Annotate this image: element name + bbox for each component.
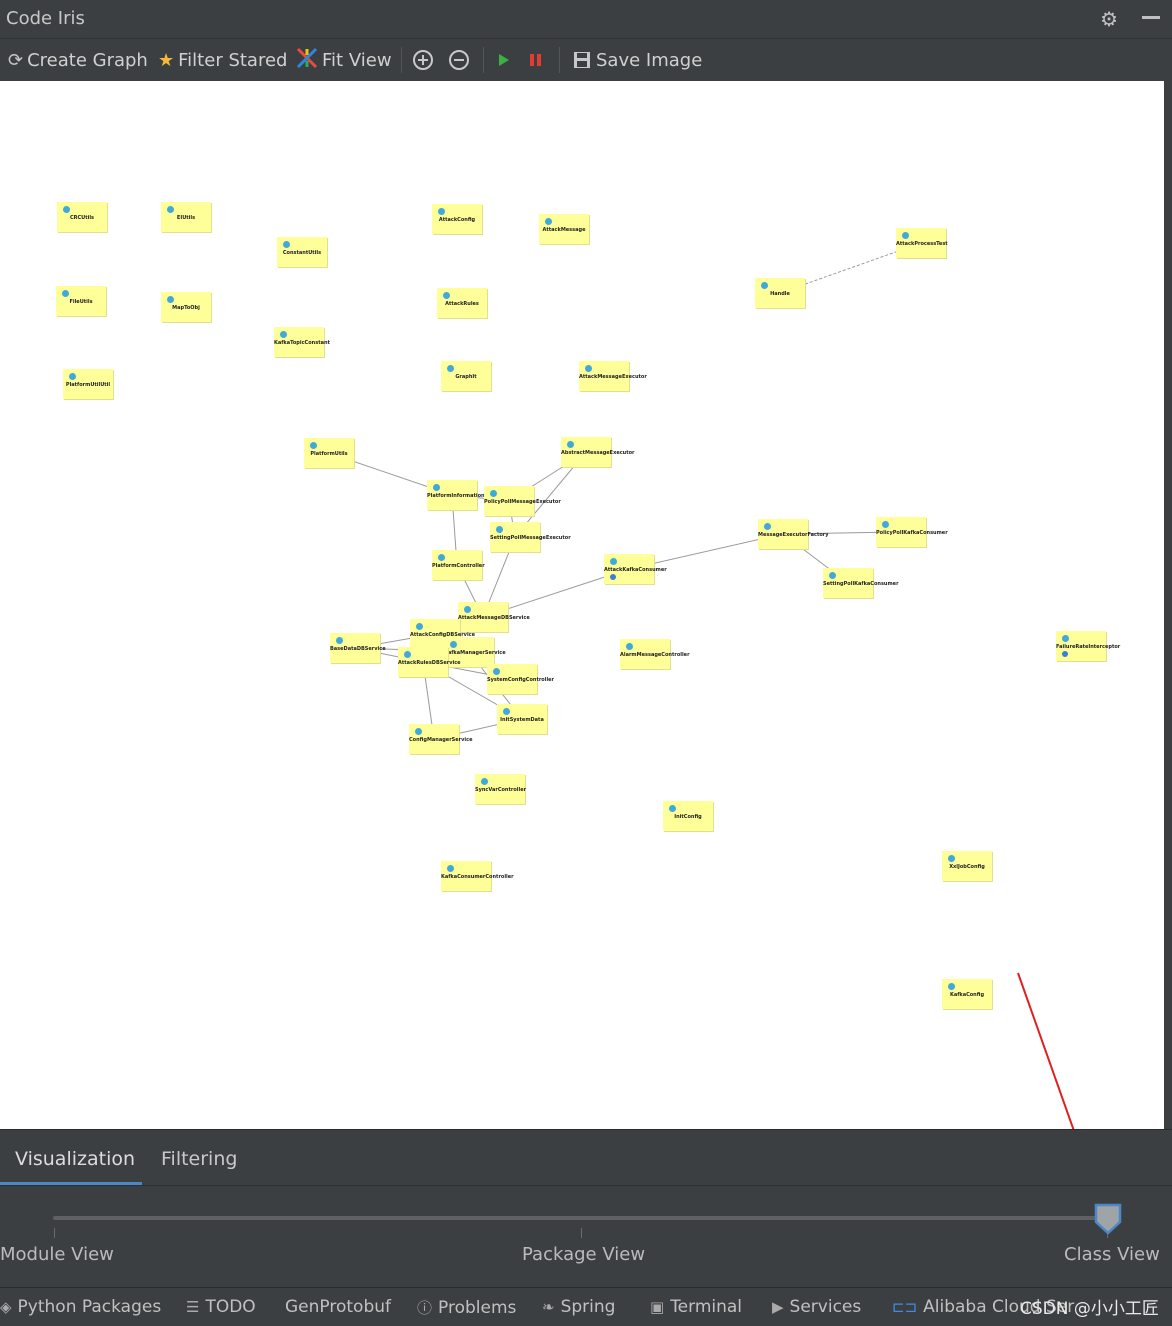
problems-icon: ⓘ	[417, 1299, 433, 1317]
leaf-icon: ❧	[542, 1298, 555, 1316]
terminal-label: Terminal	[670, 1297, 743, 1317]
tab-divider	[0, 1185, 1172, 1186]
list-icon: ☰	[186, 1298, 200, 1316]
view-level-slider[interactable]	[53, 1216, 1108, 1220]
status-bar: ◈ Python Packages ☰ TODO GenProtobuf ⓘ P…	[0, 1287, 1172, 1326]
tab-visualization[interactable]: Visualization	[15, 1148, 135, 1170]
terminal-tab[interactable]: ▣ Terminal	[650, 1297, 742, 1317]
problems-label: Problems	[438, 1297, 517, 1318]
slider-tick	[581, 1228, 582, 1238]
todo-label: TODO	[205, 1297, 256, 1317]
python-packages-tab[interactable]: ◈ Python Packages	[0, 1297, 161, 1317]
services-tab[interactable]: ▶ Services	[772, 1297, 861, 1317]
services-label: Services	[789, 1297, 862, 1317]
bottom-panel: Visualization Filtering Module View Pack…	[0, 1129, 1172, 1288]
class-view-label: Class View	[1064, 1244, 1160, 1265]
layers-icon: ◈	[0, 1298, 12, 1316]
genprotobuf-tab[interactable]: GenProtobuf	[285, 1297, 391, 1317]
alibaba-cloud-icon: ⊏⊐	[892, 1298, 918, 1316]
services-icon: ▶	[772, 1298, 784, 1316]
module-view-label: Module View	[0, 1244, 114, 1265]
spring-label: Spring	[560, 1297, 616, 1317]
terminal-icon: ▣	[650, 1298, 665, 1316]
slider-thumb[interactable]	[1093, 1202, 1123, 1236]
tab-filtering[interactable]: Filtering	[161, 1148, 237, 1170]
spring-tab[interactable]: ❧ Spring	[542, 1297, 615, 1317]
package-view-label: Package View	[522, 1244, 646, 1265]
python-packages-label: Python Packages	[17, 1297, 162, 1317]
watermark: CSDN @小小工匠	[1020, 1299, 1159, 1319]
slider-tick	[54, 1228, 55, 1238]
annotation-arrow	[1017, 972, 1102, 1201]
genprotobuf-label: GenProtobuf	[285, 1297, 391, 1317]
todo-tab[interactable]: ☰ TODO	[186, 1297, 256, 1317]
problems-tab[interactable]: ⓘ Problems	[417, 1297, 516, 1318]
